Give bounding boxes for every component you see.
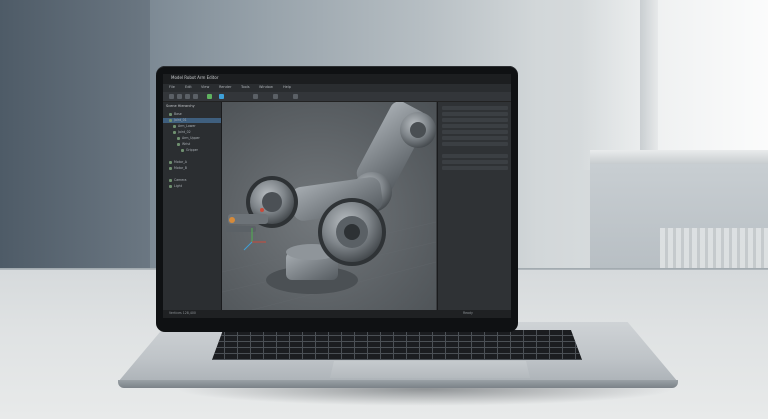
app-titlebar: Model Robot Arm Editor: [163, 74, 511, 84]
menu-render[interactable]: Render: [219, 85, 231, 89]
app-menubar: File Edit View Render Tools Window Help: [163, 84, 511, 92]
app-statusbar: Vertices 128,400 Ready: [163, 310, 511, 318]
outliner-item[interactable]: Joint_01: [169, 118, 187, 122]
property-field[interactable]: [442, 124, 508, 128]
window-frame: [640, 0, 658, 165]
rotate-tool-icon[interactable]: [185, 94, 190, 99]
view-icon[interactable]: [253, 94, 258, 99]
3d-viewport[interactable]: [222, 102, 436, 310]
render-icon[interactable]: [219, 94, 224, 99]
shading-icon[interactable]: [273, 94, 278, 99]
move-tool-icon[interactable]: [177, 94, 182, 99]
photo-scene: Model Robot Arm Editor File Edit View Re…: [0, 0, 768, 419]
outliner-item[interactable]: Wrist: [177, 142, 190, 146]
select-tool-icon[interactable]: [169, 94, 174, 99]
menu-file[interactable]: File: [169, 85, 175, 89]
property-field[interactable]: [442, 130, 508, 134]
snap-icon[interactable]: [293, 94, 298, 99]
outliner-item[interactable]: Arm_Upper: [177, 136, 200, 140]
outliner-header: Scene Hierarchy: [166, 104, 195, 108]
window-sill: [590, 150, 768, 164]
laptop-front-edge: [118, 380, 678, 388]
status-vertices: Vertices 128,400: [169, 311, 196, 315]
outliner-panel: Scene Hierarchy Base Joint_01 Arm_Lower …: [163, 102, 222, 310]
radiator: [660, 228, 768, 268]
menu-edit[interactable]: Edit: [185, 85, 192, 89]
property-field[interactable]: [442, 142, 508, 146]
properties-panel: [437, 102, 511, 310]
property-field[interactable]: [442, 118, 508, 122]
outliner-item[interactable]: Arm_Lower: [173, 124, 196, 128]
outliner-item[interactable]: Motor_B: [169, 166, 187, 170]
menu-help[interactable]: Help: [283, 85, 291, 89]
play-icon[interactable]: [207, 94, 212, 99]
keyboard-rows: [212, 330, 582, 360]
menu-tools[interactable]: Tools: [241, 85, 250, 89]
property-field[interactable]: [442, 166, 508, 170]
menu-view[interactable]: View: [201, 85, 209, 89]
outliner-item[interactable]: Gripper: [181, 148, 198, 152]
property-field[interactable]: [442, 112, 508, 116]
scale-tool-icon[interactable]: [193, 94, 198, 99]
app-toolbar: [163, 92, 511, 102]
property-field[interactable]: [442, 154, 508, 158]
outliner-item[interactable]: Motor_A: [169, 160, 187, 164]
property-field[interactable]: [442, 106, 508, 110]
background-dark-panel: [0, 0, 150, 280]
menu-window[interactable]: Window: [259, 85, 273, 89]
outliner-item[interactable]: Base: [169, 112, 182, 116]
outliner-item[interactable]: Light: [169, 184, 182, 188]
trackpad: [330, 361, 530, 378]
laptop-screen: Model Robot Arm Editor File Edit View Re…: [163, 74, 511, 318]
outliner-item[interactable]: Camera: [169, 178, 187, 182]
robot-arm-model: [222, 102, 436, 310]
window-light: [578, 0, 768, 170]
outliner-item[interactable]: Joint_02: [173, 130, 191, 134]
status-ready: Ready: [463, 311, 473, 315]
property-field[interactable]: [442, 136, 508, 140]
app-title: Model Robot Arm Editor: [171, 75, 219, 80]
property-field[interactable]: [442, 160, 508, 164]
